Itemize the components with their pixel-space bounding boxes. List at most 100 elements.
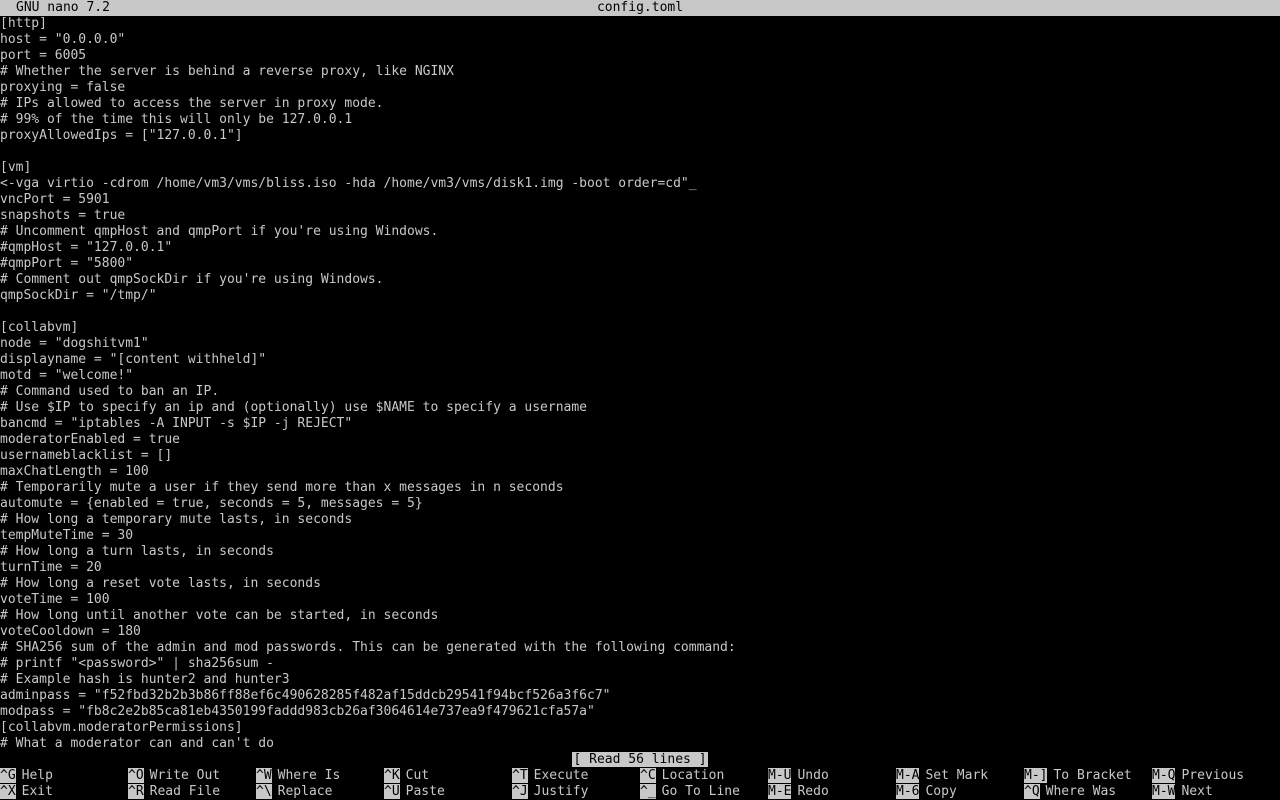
shortcut-key: ^_ (640, 784, 656, 799)
editor-line[interactable]: [vm] (0, 160, 1280, 176)
editor-line[interactable]: # Example hash is hunter2 and hunter3 (0, 672, 1280, 688)
editor-line[interactable]: voteTime = 100 (0, 592, 1280, 608)
shortcut-item[interactable]: ^C Location (640, 768, 724, 784)
shortcut-key: ^W (256, 768, 272, 783)
shortcut-label: Where Is (277, 768, 341, 783)
editor-line[interactable]: proxying = false (0, 80, 1280, 96)
editor-line[interactable]: # IPs allowed to access the server in pr… (0, 96, 1280, 112)
editor-line[interactable]: [collabvm] (0, 320, 1280, 336)
editor-line[interactable]: displayname = "[content withheld]" (0, 352, 1280, 368)
editor-line[interactable]: <-vga virtio -cdrom /home/vm3/vms/bliss.… (0, 176, 1280, 192)
shortcut-label: Go To Line (661, 784, 740, 799)
shortcut-item[interactable]: ^W Where Is (256, 768, 340, 784)
shortcut-key: M-A (896, 768, 920, 783)
file-name: config.toml (596, 0, 684, 15)
shortcut-key: ^C (640, 768, 656, 783)
shortcut-label: Write Out (149, 768, 221, 783)
shortcut-key: ^K (384, 768, 400, 783)
shortcut-label: To Bracket (1053, 768, 1132, 783)
shortcut-key: M-W (1152, 784, 1176, 799)
editor-line[interactable]: node = "dogshitvm1" (0, 336, 1280, 352)
shortcut-label: Read File (149, 784, 221, 799)
shortcut-key: ^X (0, 784, 16, 799)
editor-line[interactable]: # Command used to ban an IP. (0, 384, 1280, 400)
editor-line[interactable]: # Use $IP to specify an ip and (optional… (0, 400, 1280, 416)
shortcut-item[interactable]: ^J Justify (512, 784, 588, 800)
editor-area[interactable]: [http] host = "0.0.0.0" port = 6005 # Wheth… (0, 16, 1280, 752)
shortcut-label: Previous (1181, 768, 1245, 783)
editor-line[interactable]: # How long a turn lasts, in seconds (0, 544, 1280, 560)
editor-line[interactable]: # printf "<password>" | sha256sum - (0, 656, 1280, 672)
shortcut-label: Help (21, 768, 53, 783)
editor-line[interactable] (0, 304, 1280, 320)
editor-line[interactable]: port = 6005 (0, 48, 1280, 64)
shortcut-key: ^\ (256, 784, 272, 799)
shortcut-key: M-6 (896, 784, 920, 799)
shortcut-label: Paste (405, 784, 445, 799)
shortcut-label: Execute (533, 768, 589, 783)
shortcut-label: Redo (797, 784, 829, 799)
editor-line[interactable]: #qmpHost = "127.0.0.1" (0, 240, 1280, 256)
shortcut-item[interactable]: M-E Redo (768, 784, 829, 800)
editor-line[interactable]: #qmpPort = "5800" (0, 256, 1280, 272)
editor-line[interactable]: # How long a temporary mute lasts, in se… (0, 512, 1280, 528)
editor-line[interactable] (0, 144, 1280, 160)
editor-line[interactable]: modpass = "fb8c2e2b85ca81eb4350199faddd9… (0, 704, 1280, 720)
editor-line[interactable]: # SHA256 sum of the admin and mod passwo… (0, 640, 1280, 656)
editor-line[interactable]: host = "0.0.0.0" (0, 32, 1280, 48)
editor-line[interactable]: # What a moderator can and can't do (0, 736, 1280, 752)
shortcut-item[interactable]: ^\ Replace (256, 784, 332, 800)
shortcut-item[interactable]: M-6 Copy (896, 784, 957, 800)
shortcut-item[interactable]: ^G Help (0, 768, 53, 784)
editor-line[interactable]: bancmd = "iptables -A INPUT -s $IP -j RE… (0, 416, 1280, 432)
editor-line[interactable]: [http] (0, 16, 1280, 32)
editor-line[interactable]: snapshots = true (0, 208, 1280, 224)
editor-line[interactable]: # 99% of the time this will only be 127.… (0, 112, 1280, 128)
shortcut-label: Next (1181, 784, 1213, 799)
shortcut-item[interactable]: ^X Exit (0, 784, 53, 800)
status-message: [ Read 56 lines ] (572, 752, 708, 767)
editor-line[interactable]: maxChatLength = 100 (0, 464, 1280, 480)
editor-line[interactable]: # How long until another vote can be sta… (0, 608, 1280, 624)
editor-line[interactable]: # Whether the server is behind a reverse… (0, 64, 1280, 80)
shortcut-item[interactable]: ^O Write Out (128, 768, 220, 784)
shortcut-item[interactable]: ^Q Where Was (1024, 784, 1116, 800)
shortcut-key: M-E (768, 784, 792, 799)
editor-line[interactable]: motd = "welcome!" (0, 368, 1280, 384)
shortcut-key: ^U (384, 784, 400, 799)
editor-line[interactable]: moderatorEnabled = true (0, 432, 1280, 448)
shortcut-item[interactable]: ^R Read File (128, 784, 220, 800)
shortcut-item[interactable]: M-Q Previous (1152, 768, 1244, 784)
shortcut-item[interactable]: M-W Next (1152, 784, 1213, 800)
status-bar: [ Read 56 lines ] (0, 752, 1280, 768)
shortcut-item[interactable]: ^U Paste (384, 784, 445, 800)
shortcut-key: ^R (128, 784, 144, 799)
editor-line[interactable]: proxyAllowedIps = ["127.0.0.1"] (0, 128, 1280, 144)
editor-line[interactable]: tempMuteTime = 30 (0, 528, 1280, 544)
shortcut-item[interactable]: ^T Execute (512, 768, 588, 784)
shortcut-item[interactable]: M-U Undo (768, 768, 829, 784)
shortcut-label: Where Was (1045, 784, 1117, 799)
editor-line[interactable]: vncPort = 5901 (0, 192, 1280, 208)
shortcut-item[interactable]: ^K Cut (384, 768, 429, 784)
editor-line[interactable]: usernameblacklist = [] (0, 448, 1280, 464)
shortcut-item[interactable]: M-A Set Mark (896, 768, 988, 784)
shortcut-item[interactable]: ^_ Go To Line (640, 784, 740, 800)
editor-line[interactable]: # Temporarily mute a user if they send m… (0, 480, 1280, 496)
editor-line[interactable]: turnTime = 20 (0, 560, 1280, 576)
shortcut-label: Undo (797, 768, 829, 783)
shortcut-item[interactable]: M-] To Bracket (1024, 768, 1132, 784)
editor-line[interactable]: # Comment out qmpSockDir if you're using… (0, 272, 1280, 288)
editor-line[interactable]: adminpass = "f52fbd32b2b3b86ff88ef6c4906… (0, 688, 1280, 704)
shortcut-label: Justify (533, 784, 589, 799)
shortcut-key: M-Q (1152, 768, 1176, 783)
shortcut-key: ^G (0, 768, 16, 783)
shortcut-key: ^O (128, 768, 144, 783)
editor-line[interactable]: # How long a reset vote lasts, in second… (0, 576, 1280, 592)
editor-line[interactable]: qmpSockDir = "/tmp/" (0, 288, 1280, 304)
shortcut-key: ^J (512, 784, 528, 799)
editor-line[interactable]: automute = {enabled = true, seconds = 5,… (0, 496, 1280, 512)
editor-line[interactable]: # Uncomment qmpHost and qmpPort if you'r… (0, 224, 1280, 240)
editor-line[interactable]: voteCooldown = 180 (0, 624, 1280, 640)
editor-line[interactable]: [collabvm.moderatorPermissions] (0, 720, 1280, 736)
